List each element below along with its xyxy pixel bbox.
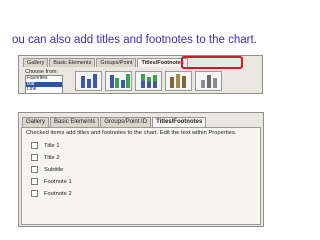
tab-basic-elements[interactable]: Basic Elements [49,58,96,67]
footnote-2-checkbox[interactable] [31,190,38,197]
chart-builder-panel-bottom: Gallery Basic Elements Groups/Point ID T… [18,112,264,227]
slide-caption: ou can also add titles and footnotes to … [12,34,257,46]
chart-type-list[interactable]: Favorites Bar Line [25,75,63,93]
footnote-2-label: Footnote 2 [44,190,72,197]
tab-titles-footnotes[interactable]: Titles/Footnotes [152,117,207,127]
title-1-option[interactable]: Title 1 [31,142,72,149]
tab-highlight-outline [181,56,243,69]
tab-strip: Gallery Basic Elements Groups/Point Titl… [23,58,188,67]
subtitle-label: Subtitle [44,166,64,173]
clustered-bar-chart-thumbnail[interactable] [105,71,132,91]
3d-bar-chart-thumbnail[interactable] [165,71,192,91]
footnote-1-checkbox[interactable] [31,178,38,185]
caption-partial-line [12,48,132,52]
tab-gallery[interactable]: Gallery [22,117,50,127]
subtitle-option[interactable]: Subtitle [31,166,72,173]
title-1-checkbox[interactable] [31,142,38,149]
title-2-checkbox[interactable] [31,154,38,161]
footnote-1-label: Footnote 1 [44,178,72,185]
titles-footnotes-content: Checked items add titles and footnotes t… [21,127,261,225]
footnote-2-option[interactable]: Footnote 2 [31,190,72,197]
instructions-text: Checked items add titles and footnotes t… [26,130,237,136]
chart-gallery-thumbnails [75,71,222,91]
tab-basic-elements[interactable]: Basic Elements [50,117,100,127]
tab-groups-point[interactable]: Groups/Point [96,58,137,67]
tab-strip: Gallery Basic Elements Groups/Point ID T… [22,117,207,127]
tab-groups-point-id[interactable]: Groups/Point ID [100,117,152,127]
chart-builder-panel-top: Gallery Basic Elements Groups/Point Titl… [18,55,263,94]
subtitle-checkbox[interactable] [31,166,38,173]
stacked-bar-chart-thumbnail[interactable] [135,71,162,91]
list-item[interactable]: Line [26,86,62,93]
footnote-1-option[interactable]: Footnote 1 [31,178,72,185]
title-1-label: Title 1 [44,142,60,149]
title-2-label: Title 2 [44,154,60,161]
tab-gallery[interactable]: Gallery [23,58,49,67]
bar-chart-thumbnail[interactable] [75,71,102,91]
title-2-option[interactable]: Title 2 [31,154,72,161]
3d-bar-chart-thumbnail[interactable] [195,71,222,91]
checkbox-list: Title 1 Title 2 Subtitle Footnote 1 Foot… [31,142,72,202]
